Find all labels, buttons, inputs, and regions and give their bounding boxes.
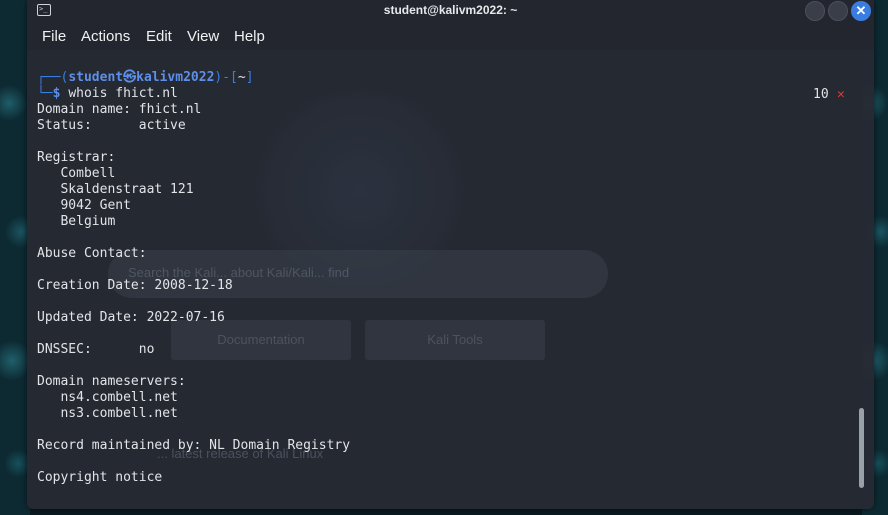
output-line: Abuse Contact: [37,246,147,261]
prompt-path: ~ [237,70,246,85]
prompt-at-symbol: ㉿ [123,70,137,85]
terminal-window: >_ student@kalivm2022: ~ ✕ File Actions … [27,0,874,509]
prompt-end: ] [245,70,254,85]
error-x-icon: ✕ [837,87,845,102]
menu-bar: File Actions Edit View Help [27,22,874,50]
command-text: whois fhict.nl [68,86,178,101]
menu-actions[interactable]: Actions [81,28,130,45]
output-line: Belgium [37,214,116,229]
background-kali-tools-button: Kali Tools [365,320,545,360]
output-line: Domain name: fhict.nl [37,102,202,117]
window-title: student@kalivm2022: ~ [383,3,518,17]
terminal-scrollbar[interactable] [859,408,864,488]
prompt-user: student [68,70,124,85]
background-documentation-button: Documentation [171,320,351,360]
close-icon: ✕ [855,3,867,18]
prompt-line-bottom: └─$ whois fhict.nl [37,86,178,102]
prompt-dollar: $ [52,86,61,101]
minimize-button[interactable] [805,1,825,21]
output-line: Registrar: [37,150,116,165]
desktop-wallpaper-left [0,0,30,515]
prompt-line-top: ┌──(student㉿kalivm2022)-[~] [37,70,254,86]
output-line: Record maintained by: NL Domain Registry [37,438,351,453]
menu-help[interactable]: Help [234,28,265,45]
output-line: Status: active [37,118,186,133]
prompt-top-prefix: ┌──( [37,70,69,85]
output-line: ns3.combell.net [37,406,178,421]
output-line: 9042 Gent [37,198,131,213]
title-bar[interactable]: >_ student@kalivm2022: ~ ✕ [27,0,874,22]
prompt-host: kalivm2022 [136,70,215,85]
menu-edit[interactable]: Edit [146,28,172,45]
maximize-button[interactable] [828,1,848,21]
terminal-area[interactable]: Search the Kali... about Kali/Kali... fi… [27,50,874,509]
close-button[interactable]: ✕ [851,1,871,21]
prompt-bottom-prefix: └─ [37,86,53,101]
output-line: Copyright notice [37,470,163,485]
output-line: ns4.combell.net [37,390,178,405]
output-line: Updated Date: 2022-07-16 [37,310,225,325]
status-count: 10 [813,87,829,102]
output-line: Combell [37,166,116,181]
output-line: Domain nameservers: [37,374,186,389]
menu-file[interactable]: File [42,28,66,45]
output-line: DNSSEC: no [37,342,155,357]
menu-view[interactable]: View [187,28,219,45]
output-line: Skaldenstraat 121 [37,182,194,197]
output-line: Creation Date: 2008-12-18 [37,278,233,293]
prompt-mid: )-[ [214,70,238,85]
